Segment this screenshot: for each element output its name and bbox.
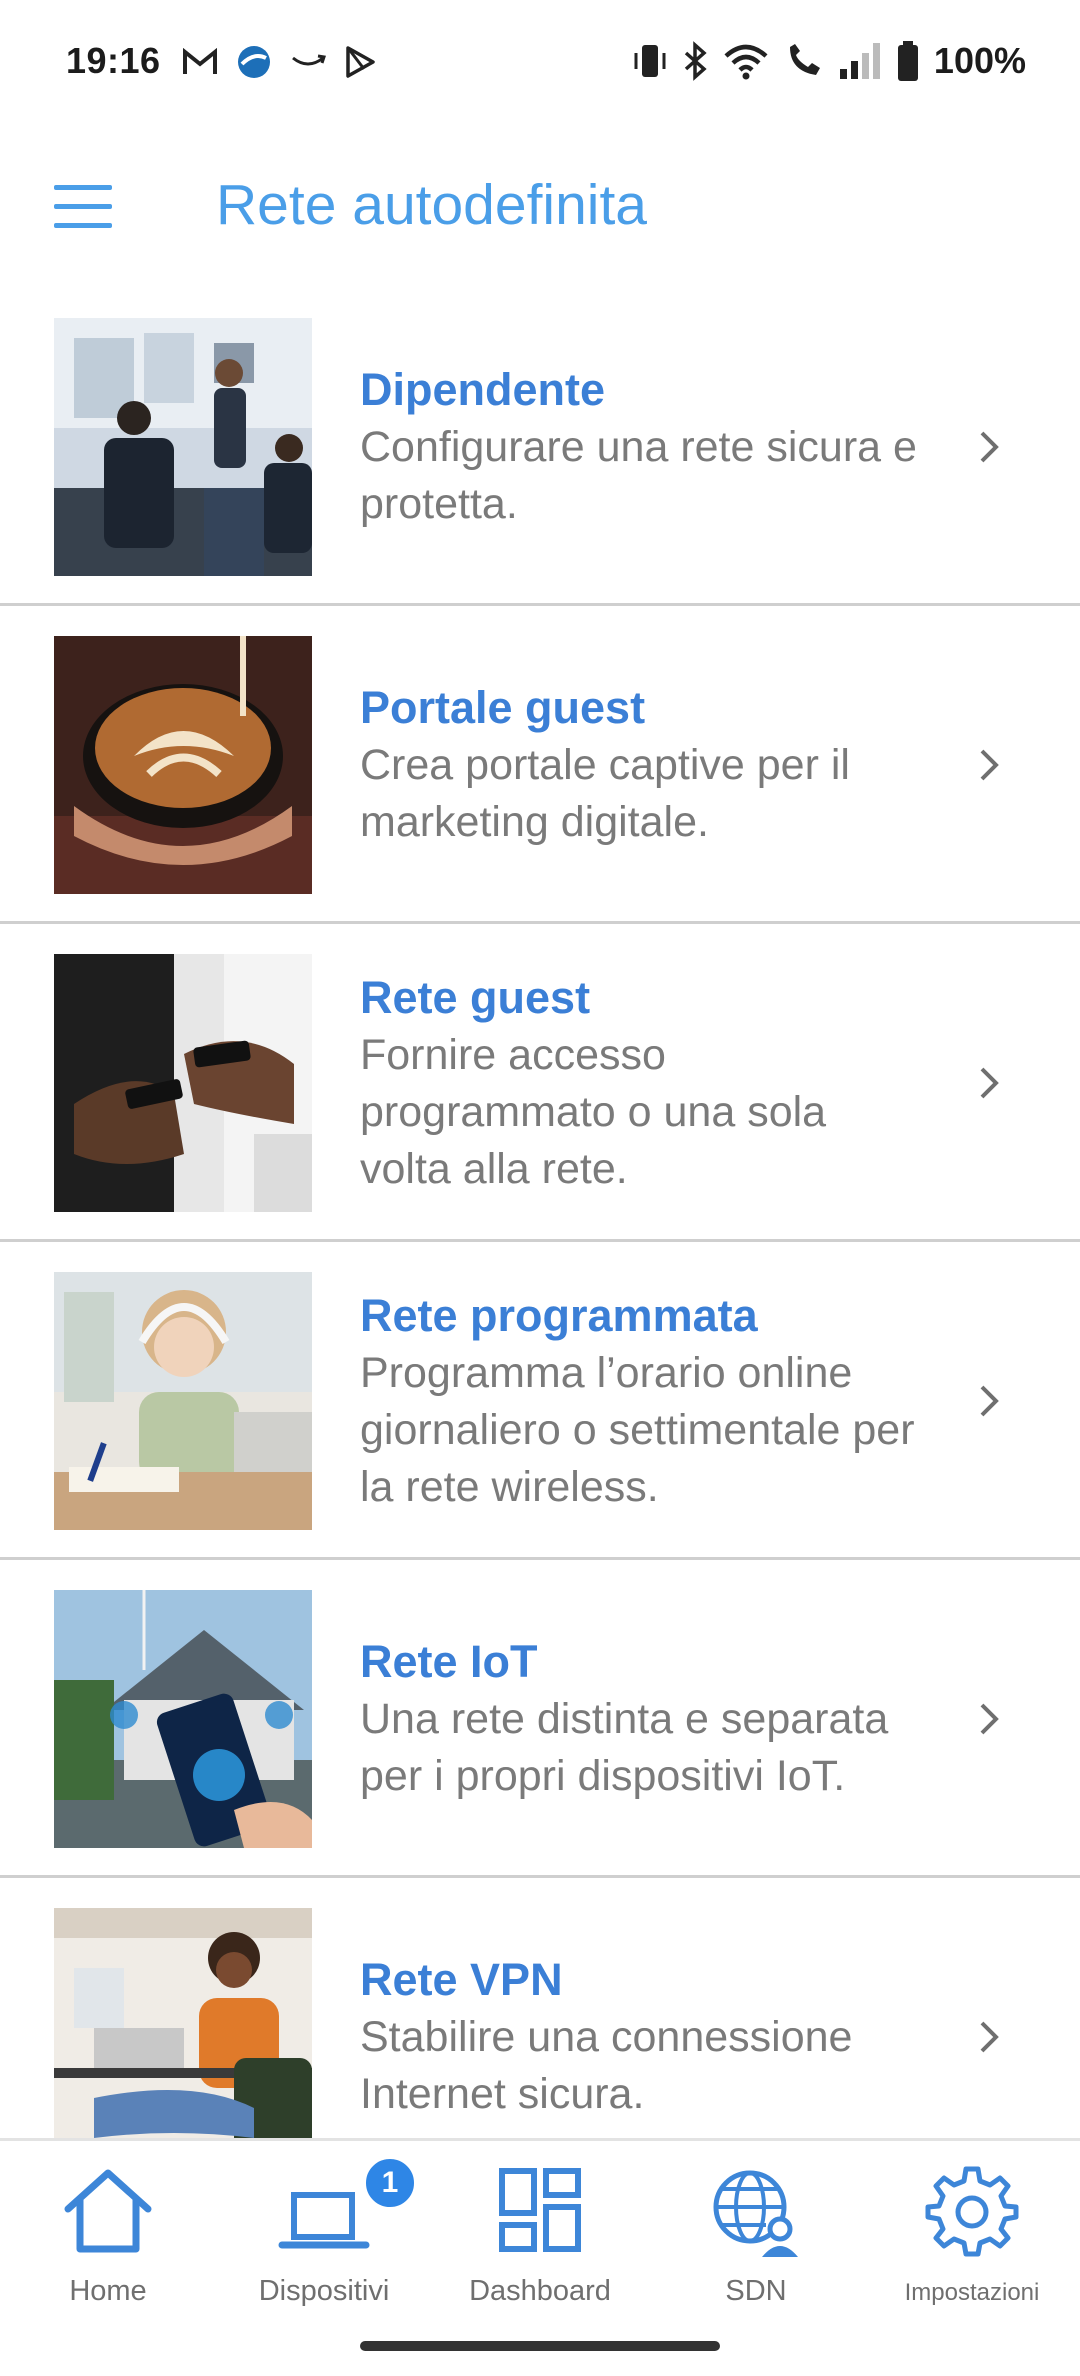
nav-home[interactable]: Home: [0, 2141, 216, 2341]
office-meeting-photo: [54, 318, 312, 576]
nav-label: Impostazioni: [904, 2279, 1040, 2306]
notification-icons: [182, 44, 376, 80]
list-item-rete-iot[interactable]: Rete IoT Una rete distinta e separata pe…: [0, 1560, 1080, 1878]
list-item-text: Rete guest Fornire accesso programmato o…: [360, 924, 920, 1242]
list-item-description: Crea portale captive per il marketing di…: [360, 741, 850, 846]
status-time: 19:16: [66, 40, 161, 81]
list-item-text: Dipendente Configurare una rete sicura e…: [360, 288, 920, 606]
page-title: Rete autodefinita: [216, 173, 647, 237]
wifi-call-icon: [789, 44, 820, 75]
list-item-description: Stabilire una connessione Internet sicur…: [360, 2013, 853, 2118]
chevron-right-icon: [980, 1067, 999, 1099]
nav-sdn[interactable]: SDN: [648, 2141, 864, 2341]
list-item-rete-guest[interactable]: Rete guest Fornire accesso programmato o…: [0, 924, 1080, 1242]
list-item-rete-vpn[interactable]: Rete VPN Stabilire una connessione Inter…: [0, 1878, 1080, 2138]
list-item-text: Rete programmata Programma l’orario onli…: [360, 1242, 920, 1560]
girl-studying-photo: [54, 1272, 312, 1530]
play-store-icon: [346, 46, 375, 78]
amazon-icon: [292, 54, 326, 66]
battery-percent: 100%: [933, 40, 1026, 81]
chevron-right-icon: [980, 749, 999, 781]
list-item-title: Rete IoT: [360, 1636, 538, 1687]
list-item-title: Dipendente: [360, 364, 606, 415]
chevron-right-icon: [980, 2021, 999, 2053]
hamburger-menu-icon[interactable]: [54, 185, 112, 229]
list-item-rete-programmata[interactable]: Rete programmata Programma l’orario onli…: [0, 1242, 1080, 1560]
home-icon: [64, 2169, 152, 2253]
smart-home-phone-photo: [54, 1590, 312, 1848]
gmail-icon: [183, 48, 217, 74]
list-item-title: Rete programmata: [360, 1289, 758, 1341]
list-item-text: Rete VPN Stabilire una connessione Inter…: [360, 1878, 920, 2138]
devices-count-badge: 1: [362, 2155, 418, 2211]
list-item-dipendente[interactable]: Dipendente Configurare una rete sicura e…: [0, 288, 1080, 606]
latte-art-photo: [54, 636, 312, 894]
nav-dashboard[interactable]: Dashboard: [432, 2141, 648, 2341]
system-icons: 100%: [632, 40, 1026, 82]
chevron-right-icon: [980, 431, 999, 463]
gear-icon: [925, 2166, 1019, 2257]
list-item-title: Portale guest: [360, 682, 646, 733]
sdn-globe-user-icon: [713, 2170, 798, 2257]
list-item-title: Rete VPN: [360, 1954, 563, 2005]
list-item-description: Una rete distinta e separata per i propr…: [360, 1695, 889, 1800]
nav-impostazioni[interactable]: Impostazioni: [864, 2141, 1080, 2341]
app-globe-icon: [238, 46, 270, 78]
chevron-right-icon: [980, 1385, 999, 1417]
woman-laptop-headphones-photo: [54, 1908, 312, 2138]
list-item-text: Portale guest Crea portale captive per i…: [360, 606, 920, 924]
app-bar: Rete autodefinita: [0, 150, 1080, 260]
wifi-icon: [724, 44, 768, 80]
nav-dispositivi[interactable]: 1 Dispositivi: [216, 2141, 432, 2341]
nav-label: Home: [69, 2275, 147, 2307]
signal-icon: [839, 43, 880, 79]
list-item-text: Rete IoT Una rete distinta e separata pe…: [360, 1560, 920, 1878]
status-bar: 19:16 100%: [0, 0, 1080, 130]
network-type-list: Dipendente Configurare una rete sicura e…: [0, 288, 1080, 2138]
nav-label: Dispositivi: [258, 2275, 390, 2307]
gesture-home-indicator[interactable]: [360, 2341, 720, 2351]
list-item-description: Configurare una rete sicura e protetta.: [360, 423, 917, 528]
list-item-description: Programma l’orario online giornaliero o …: [360, 1348, 915, 1511]
chevron-right-icon: [980, 1703, 999, 1735]
dashboard-icon: [499, 2168, 581, 2252]
nav-label: Dashboard: [469, 2275, 611, 2307]
list-item-description: Fornire accesso programmato o una sola v…: [360, 1030, 827, 1193]
people-using-phones-photo: [54, 954, 312, 1212]
bluetooth-icon: [684, 41, 707, 81]
vibrate-icon: [634, 45, 666, 77]
list-item-portale-guest[interactable]: Portale guest Crea portale captive per i…: [0, 606, 1080, 924]
devices-icon: [278, 2192, 370, 2249]
nav-label: SDN: [725, 2275, 787, 2307]
battery-icon: [897, 41, 918, 81]
list-item-title: Rete guest: [360, 971, 591, 1023]
